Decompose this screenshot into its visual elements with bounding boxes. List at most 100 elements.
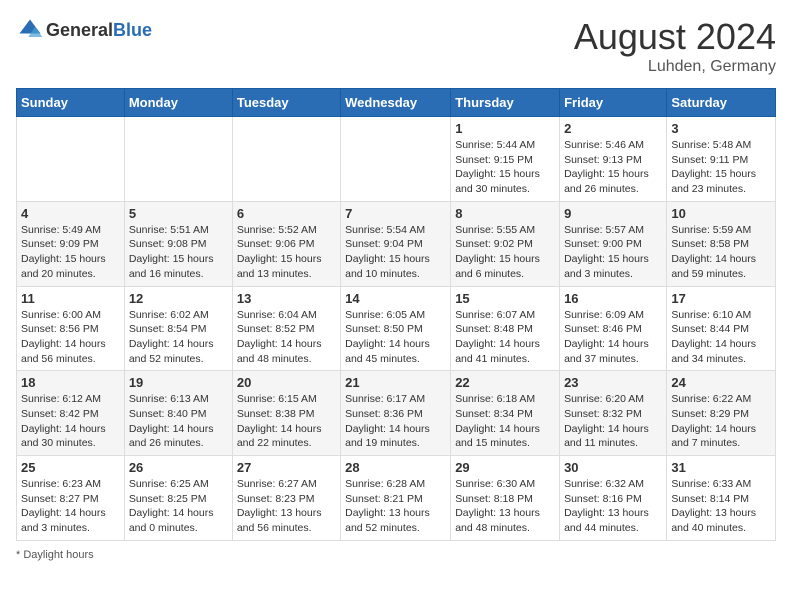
calendar-cell: 2 Sunrise: 5:46 AM Sunset: 9:13 PM Daylig… [560, 117, 667, 202]
day-number: 7 [345, 206, 446, 221]
day-info: Sunrise: 5:52 AM Sunset: 9:06 PM Dayligh… [237, 223, 336, 282]
footer-note: * Daylight hours [16, 549, 776, 561]
day-info: Sunrise: 6:00 AM Sunset: 8:56 PM Dayligh… [21, 308, 120, 367]
day-number: 8 [455, 206, 555, 221]
calendar-cell: 7 Sunrise: 5:54 AM Sunset: 9:04 PM Daylig… [341, 201, 451, 286]
day-info: Sunrise: 5:54 AM Sunset: 9:04 PM Dayligh… [345, 223, 446, 282]
day-info: Sunrise: 6:20 AM Sunset: 8:32 PM Dayligh… [564, 392, 662, 451]
day-info: Sunrise: 6:12 AM Sunset: 8:42 PM Dayligh… [21, 392, 120, 451]
calendar-cell: 30 Sunrise: 6:32 AM Sunset: 8:16 PM Dayli… [560, 456, 667, 541]
location: Luhden, Germany [574, 58, 776, 76]
calendar-week-row: 11Sunrise: 6:00 AM Sunset: 8:56 PM Dayli… [17, 286, 776, 371]
day-info: Sunrise: 6:10 AM Sunset: 8:44 PM Dayligh… [671, 308, 771, 367]
calendar-cell: 6 Sunrise: 5:52 AM Sunset: 9:06 PM Daylig… [232, 201, 340, 286]
day-info: Sunrise: 6:28 AM Sunset: 8:21 PM Dayligh… [345, 477, 446, 536]
calendar-cell: 15Sunrise: 6:07 AM Sunset: 8:48 PM Dayli… [451, 286, 560, 371]
calendar-cell: 11Sunrise: 6:00 AM Sunset: 8:56 PM Dayli… [17, 286, 125, 371]
calendar-header-row: SundayMondayTuesdayWednesdayThursdayFrid… [17, 89, 776, 117]
day-number: 4 [21, 206, 120, 221]
day-info: Sunrise: 5:59 AM Sunset: 8:58 PM Dayligh… [671, 223, 771, 282]
calendar-day-header: Monday [124, 89, 232, 117]
day-number: 24 [671, 375, 771, 390]
calendar-cell: 13 Sunrise: 6:04 AM Sunset: 8:52 PM Dayli… [232, 286, 340, 371]
day-info: Sunrise: 6:05 AM Sunset: 8:50 PM Dayligh… [345, 308, 446, 367]
day-info: Sunrise: 6:22 AM Sunset: 8:29 PM Dayligh… [671, 392, 771, 451]
calendar-cell: 22 Sunrise: 6:18 AM Sunset: 8:34 PM Dayli… [451, 371, 560, 456]
calendar-day-header: Thursday [451, 89, 560, 117]
calendar-week-row: 18 Sunrise: 6:12 AM Sunset: 8:42 PM Dayli… [17, 371, 776, 456]
calendar-day-header: Friday [560, 89, 667, 117]
calendar-cell: 14Sunrise: 6:05 AM Sunset: 8:50 PM Dayli… [341, 286, 451, 371]
day-info: Sunrise: 5:49 AM Sunset: 9:09 PM Dayligh… [21, 223, 120, 282]
calendar-cell: 31 Sunrise: 6:33 AM Sunset: 8:14 PM Dayli… [667, 456, 776, 541]
day-info: Sunrise: 6:15 AM Sunset: 8:38 PM Dayligh… [237, 392, 336, 451]
day-info: Sunrise: 5:46 AM Sunset: 9:13 PM Dayligh… [564, 138, 662, 197]
month-year: August 2024 [574, 16, 776, 58]
calendar-week-row: 4 Sunrise: 5:49 AM Sunset: 9:09 PM Daylig… [17, 201, 776, 286]
day-info: Sunrise: 6:27 AM Sunset: 8:23 PM Dayligh… [237, 477, 336, 536]
calendar-cell [17, 117, 125, 202]
day-number: 10 [671, 206, 771, 221]
day-number: 13 [237, 291, 336, 306]
day-number: 18 [21, 375, 120, 390]
day-info: Sunrise: 6:23 AM Sunset: 8:27 PM Dayligh… [21, 477, 120, 536]
day-info: Sunrise: 6:04 AM Sunset: 8:52 PM Dayligh… [237, 308, 336, 367]
calendar-cell: 5 Sunrise: 5:51 AM Sunset: 9:08 PM Daylig… [124, 201, 232, 286]
day-info: Sunrise: 6:25 AM Sunset: 8:25 PM Dayligh… [129, 477, 228, 536]
logo-icon [16, 16, 44, 44]
day-number: 9 [564, 206, 662, 221]
daylight-label: Daylight hours [23, 549, 93, 561]
calendar-cell: 12 Sunrise: 6:02 AM Sunset: 8:54 PM Dayli… [124, 286, 232, 371]
calendar-cell: 19Sunrise: 6:13 AM Sunset: 8:40 PM Dayli… [124, 371, 232, 456]
day-number: 12 [129, 291, 228, 306]
calendar-cell: 24 Sunrise: 6:22 AM Sunset: 8:29 PM Dayli… [667, 371, 776, 456]
title-block: August 2024 Luhden, Germany [574, 16, 776, 76]
day-info: Sunrise: 6:18 AM Sunset: 8:34 PM Dayligh… [455, 392, 555, 451]
calendar-cell: 18 Sunrise: 6:12 AM Sunset: 8:42 PM Dayli… [17, 371, 125, 456]
calendar-table: SundayMondayTuesdayWednesdayThursdayFrid… [16, 88, 776, 541]
calendar-cell: 21Sunrise: 6:17 AM Sunset: 8:36 PM Dayli… [341, 371, 451, 456]
day-info: Sunrise: 6:33 AM Sunset: 8:14 PM Dayligh… [671, 477, 771, 536]
day-number: 26 [129, 460, 228, 475]
calendar-cell: 26 Sunrise: 6:25 AM Sunset: 8:25 PM Dayli… [124, 456, 232, 541]
day-number: 20 [237, 375, 336, 390]
day-number: 21 [345, 375, 446, 390]
page-header: GeneralBlue August 2024 Luhden, Germany [16, 16, 776, 76]
day-info: Sunrise: 6:02 AM Sunset: 8:54 PM Dayligh… [129, 308, 228, 367]
day-number: 30 [564, 460, 662, 475]
calendar-week-row: 25 Sunrise: 6:23 AM Sunset: 8:27 PM Dayli… [17, 456, 776, 541]
calendar-week-row: 1Sunrise: 5:44 AM Sunset: 9:15 PM Daylig… [17, 117, 776, 202]
day-info: Sunrise: 5:51 AM Sunset: 9:08 PM Dayligh… [129, 223, 228, 282]
calendar-cell: 9Sunrise: 5:57 AM Sunset: 9:00 PM Daylig… [560, 201, 667, 286]
day-number: 19 [129, 375, 228, 390]
calendar-cell: 10 Sunrise: 5:59 AM Sunset: 8:58 PM Dayli… [667, 201, 776, 286]
day-number: 31 [671, 460, 771, 475]
calendar-cell: 3Sunrise: 5:48 AM Sunset: 9:11 PM Daylig… [667, 117, 776, 202]
day-number: 23 [564, 375, 662, 390]
calendar-cell: 20 Sunrise: 6:15 AM Sunset: 8:38 PM Dayli… [232, 371, 340, 456]
day-number: 2 [564, 121, 662, 136]
logo-blue: Blue [113, 20, 152, 40]
day-info: Sunrise: 5:55 AM Sunset: 9:02 PM Dayligh… [455, 223, 555, 282]
calendar-cell: 25 Sunrise: 6:23 AM Sunset: 8:27 PM Dayli… [17, 456, 125, 541]
calendar-cell: 27Sunrise: 6:27 AM Sunset: 8:23 PM Dayli… [232, 456, 340, 541]
calendar-cell: 1Sunrise: 5:44 AM Sunset: 9:15 PM Daylig… [451, 117, 560, 202]
day-number: 6 [237, 206, 336, 221]
calendar-cell [124, 117, 232, 202]
day-number: 5 [129, 206, 228, 221]
calendar-cell: 8 Sunrise: 5:55 AM Sunset: 9:02 PM Daylig… [451, 201, 560, 286]
calendar-cell [232, 117, 340, 202]
day-info: Sunrise: 5:44 AM Sunset: 9:15 PM Dayligh… [455, 138, 555, 197]
day-number: 29 [455, 460, 555, 475]
day-info: Sunrise: 6:32 AM Sunset: 8:16 PM Dayligh… [564, 477, 662, 536]
calendar-cell: 4 Sunrise: 5:49 AM Sunset: 9:09 PM Daylig… [17, 201, 125, 286]
day-number: 16 [564, 291, 662, 306]
day-number: 22 [455, 375, 555, 390]
day-number: 15 [455, 291, 555, 306]
logo: GeneralBlue [16, 16, 152, 44]
day-number: 25 [21, 460, 120, 475]
logo-general: General [46, 20, 113, 40]
day-info: Sunrise: 6:30 AM Sunset: 8:18 PM Dayligh… [455, 477, 555, 536]
day-number: 3 [671, 121, 771, 136]
calendar-cell: 29 Sunrise: 6:30 AM Sunset: 8:18 PM Dayli… [451, 456, 560, 541]
